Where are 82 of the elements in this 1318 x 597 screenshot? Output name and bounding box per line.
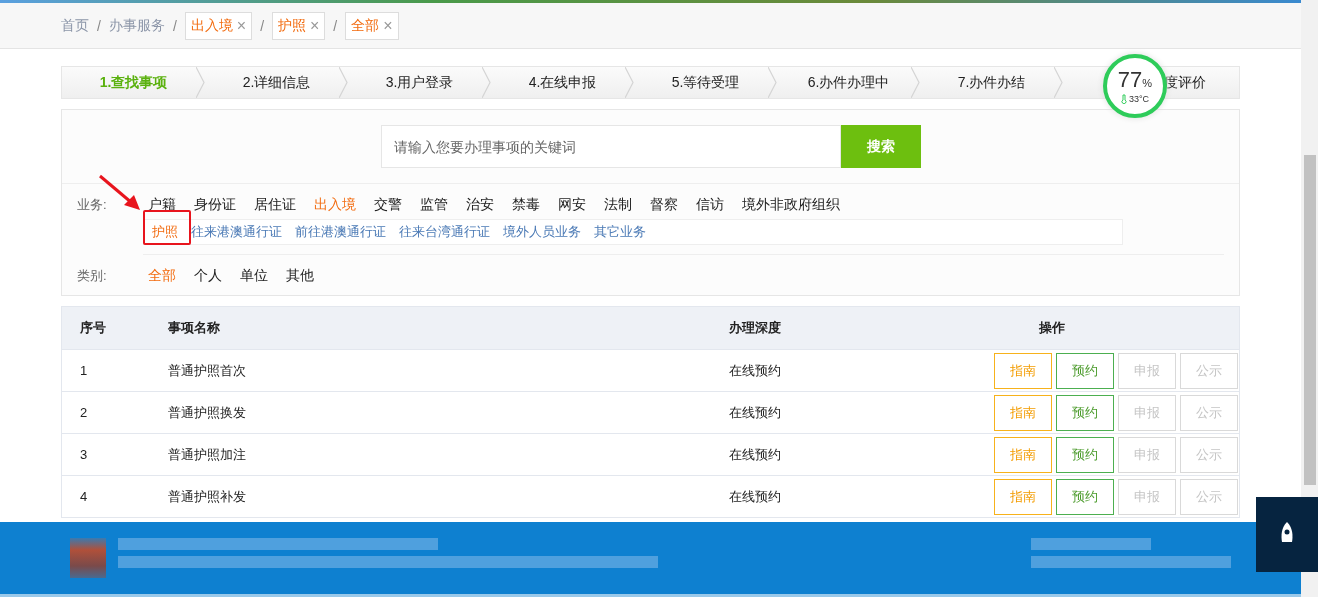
action-button[interactable]: 预约 [1056, 352, 1114, 389]
table-cell: 2 [61, 391, 150, 434]
filter-tag[interactable]: 出入境 × [184, 11, 253, 40]
breadcrumb-separator: / [333, 17, 338, 34]
scrollbar-thumb[interactable] [1304, 155, 1316, 485]
blurred-logo [70, 538, 106, 578]
back-to-top-button[interactable] [1256, 497, 1318, 572]
category-link[interactable]: 交警 [369, 196, 407, 214]
chevron-icon [768, 67, 777, 98]
step-label: 1.查找事项 [99, 73, 168, 92]
chevron-icon [625, 67, 634, 98]
subcategory-link[interactable]: 往来港澳通行证 [191, 223, 282, 241]
action-button[interactable]: 指南 [994, 352, 1052, 389]
chevron-icon [196, 67, 205, 98]
table-cell: 在线预约 [710, 475, 865, 518]
thermometer-icon [1120, 93, 1127, 104]
type-link[interactable]: 其他 [281, 267, 319, 285]
step-label: 度评价 [1164, 73, 1206, 92]
type-link[interactable]: 单位 [235, 267, 273, 285]
column-header: 操作 [865, 306, 1240, 350]
category-link[interactable]: 居住证 [249, 196, 301, 214]
table-cell: 1 [61, 349, 150, 392]
subcategory-link[interactable]: 往来台湾通行证 [399, 223, 490, 241]
category-link[interactable]: 禁毒 [507, 196, 545, 214]
breadcrumb-link[interactable]: 首页 [61, 16, 89, 35]
table-cell: 普通护照换发 [149, 391, 711, 434]
highlight-frame [143, 210, 191, 245]
usage-percent: 77% [1117, 68, 1153, 94]
subcategory-link[interactable]: 前往港澳通行证 [295, 223, 386, 241]
category-link[interactable]: 户籍 [143, 196, 181, 214]
filter-tag[interactable]: 护照 × [272, 11, 326, 40]
search-field[interactable]: 请输入您要办理事项的关键词 [380, 125, 841, 168]
breadcrumb-separator: / [172, 17, 177, 34]
breadcrumb-link[interactable]: 办事服务 [108, 16, 165, 35]
table-cell: 普通护照加注 [149, 433, 711, 476]
category-link[interactable]: 督察 [645, 196, 683, 214]
category-link[interactable]: 法制 [599, 196, 637, 214]
subcategory-link[interactable]: 护照 [152, 223, 178, 241]
action-button[interactable]: 预约 [1056, 478, 1114, 515]
step-label: 3.用户登录 [385, 73, 454, 92]
chevron-icon [339, 67, 348, 98]
table-cell: 在线预约 [710, 433, 865, 476]
column-header: 办理深度 [710, 306, 865, 350]
category-link[interactable]: 境外非政府组织 [737, 196, 845, 214]
step-label: 2.详细信息 [242, 73, 311, 92]
step-label: 7.办件办结 [957, 73, 1026, 92]
action-button[interactable]: 预约 [1056, 394, 1114, 431]
category-link[interactable]: 身份证 [189, 196, 241, 214]
category-link[interactable]: 治安 [461, 196, 499, 214]
table-cell: 在线预约 [710, 391, 865, 434]
chevron-icon [911, 67, 920, 98]
action-button[interactable]: 预约 [1056, 436, 1114, 473]
table-cell: 普通护照补发 [149, 475, 711, 518]
type-link[interactable]: 个人 [189, 267, 227, 285]
filter-tag[interactable]: 全部 × [345, 11, 399, 40]
table-cell: 4 [61, 475, 150, 518]
filter-label: 业务: [77, 196, 108, 214]
table-cell: 在线预约 [710, 349, 865, 392]
category-link[interactable]: 出入境 [309, 196, 361, 214]
step-label: 5.等待受理 [671, 73, 740, 92]
breadcrumb-separator: / [97, 17, 101, 34]
subcategory-link[interactable]: 其它业务 [594, 223, 646, 241]
step-label: 6.办件办理中 [807, 73, 890, 92]
action-button[interactable]: 指南 [994, 436, 1052, 473]
temperature-reading: 33°C [1120, 93, 1150, 104]
chevron-icon [482, 67, 491, 98]
action-button[interactable]: 指南 [994, 394, 1052, 431]
category-link[interactable]: 监管 [415, 196, 453, 214]
column-header: 事项名称 [149, 306, 711, 350]
column-header: 序号 [61, 306, 150, 350]
category-link[interactable]: 信访 [691, 196, 729, 214]
subcategory-link[interactable]: 境外人员业务 [503, 223, 581, 241]
action-button[interactable]: 指南 [994, 478, 1052, 515]
search-button[interactable]: 搜索 [840, 125, 921, 168]
category-link[interactable]: 网安 [553, 196, 591, 214]
filter-label: 类别: [77, 267, 108, 285]
table-cell: 普通护照首次 [149, 349, 711, 392]
step-label: 4.在线申报 [528, 73, 597, 92]
breadcrumb-separator: / [260, 17, 264, 34]
type-link[interactable]: 全部 [143, 267, 181, 285]
table-cell: 3 [61, 433, 150, 476]
chevron-icon [1054, 67, 1063, 98]
